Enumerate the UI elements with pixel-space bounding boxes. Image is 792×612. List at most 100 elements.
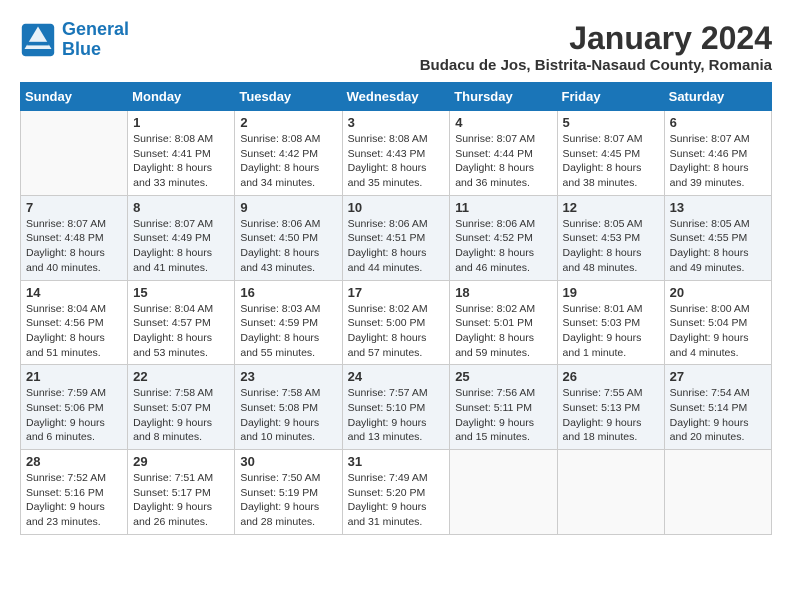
day-number: 2 (240, 115, 336, 130)
calendar-cell (21, 111, 128, 196)
calendar-cell: 18Sunrise: 8:02 AMSunset: 5:01 PMDayligh… (450, 280, 557, 365)
calendar-subtitle: Budacu de Jos, Bistrita-Nasaud County, R… (420, 57, 772, 74)
day-number: 15 (133, 285, 229, 300)
day-number: 25 (455, 369, 551, 384)
calendar-cell: 15Sunrise: 8:04 AMSunset: 4:57 PMDayligh… (128, 280, 235, 365)
day-number: 11 (455, 200, 551, 215)
calendar-cell: 31 Sunrise: 7:49 AMSunset: 5:20 PMDayligh… (342, 450, 450, 535)
day-number: 16 (240, 285, 336, 300)
day-number: 31 (348, 454, 445, 469)
calendar-cell: 24Sunrise: 7:57 AMSunset: 5:10 PMDayligh… (342, 365, 450, 450)
calendar-cell: 20 Sunrise: 8:00 AMSunset: 5:04 PMDayligh… (664, 280, 771, 365)
day-number: 19 (563, 285, 659, 300)
day-number: 21 (26, 369, 122, 384)
logo-icon (20, 22, 56, 58)
week-row-5: 28Sunrise: 7:52 AMSunset: 5:16 PMDayligh… (21, 450, 772, 535)
title-section: January 2024 Budacu de Jos, Bistrita-Nas… (420, 20, 772, 74)
day-number: 9 (240, 200, 336, 215)
day-number: 3 (348, 115, 445, 130)
day-number: 5 (563, 115, 659, 130)
day-number: 8 (133, 200, 229, 215)
calendar-cell: 10 Sunrise: 8:06 AMSunset: 4:51 PMDayligh… (342, 195, 450, 280)
day-number: 28 (26, 454, 122, 469)
calendar-cell: 2 Sunrise: 8:08 AMSunset: 4:42 PMDaylight… (235, 111, 342, 196)
day-number: 20 (670, 285, 766, 300)
day-info: Sunrise: 8:03 AMSunset: 4:59 PMDaylight:… (240, 302, 336, 361)
week-row-1: 1Sunrise: 8:08 AMSunset: 4:41 PMDaylight… (21, 111, 772, 196)
calendar-cell: 26Sunrise: 7:55 AMSunset: 5:13 PMDayligh… (557, 365, 664, 450)
day-number: 10 (348, 200, 445, 215)
logo-line1: General (62, 19, 129, 39)
weekday-header-saturday: Saturday (664, 83, 771, 111)
day-info: Sunrise: 7:56 AMSunset: 5:11 PMDaylight:… (455, 386, 551, 445)
day-info: Sunrise: 8:04 AMSunset: 4:56 PMDaylight:… (26, 302, 122, 361)
day-number: 29 (133, 454, 229, 469)
day-info: Sunrise: 8:07 AMSunset: 4:44 PMDaylight:… (455, 132, 551, 191)
calendar-cell: 22 Sunrise: 7:58 AMSunset: 5:07 PMDayligh… (128, 365, 235, 450)
calendar-cell (664, 450, 771, 535)
weekday-header-friday: Friday (557, 83, 664, 111)
day-info: Sunrise: 8:08 AMSunset: 4:42 PMDaylight:… (240, 132, 336, 191)
calendar-cell: 17Sunrise: 8:02 AMSunset: 5:00 PMDayligh… (342, 280, 450, 365)
day-info: Sunrise: 7:50 AMSunset: 5:19 PMDaylight:… (240, 471, 336, 530)
day-info: Sunrise: 7:49 AMSunset: 5:20 PMDaylight:… (348, 471, 445, 530)
logo-text: General Blue (62, 20, 129, 60)
day-number: 23 (240, 369, 336, 384)
calendar-cell: 27Sunrise: 7:54 AMSunset: 5:14 PMDayligh… (664, 365, 771, 450)
day-info: Sunrise: 8:00 AMSunset: 5:04 PMDaylight:… (670, 302, 766, 361)
day-info: Sunrise: 7:57 AMSunset: 5:10 PMDaylight:… (348, 386, 445, 445)
calendar-cell: 16 Sunrise: 8:03 AMSunset: 4:59 PMDayligh… (235, 280, 342, 365)
day-number: 6 (670, 115, 766, 130)
day-info: Sunrise: 8:02 AMSunset: 5:00 PMDaylight:… (348, 302, 445, 361)
logo-line2: Blue (62, 39, 101, 59)
calendar-cell (557, 450, 664, 535)
logo: General Blue (20, 20, 129, 60)
calendar-cell: 29 Sunrise: 7:51 AMSunset: 5:17 PMDayligh… (128, 450, 235, 535)
calendar-cell: 5 Sunrise: 8:07 AMSunset: 4:45 PMDaylight… (557, 111, 664, 196)
calendar-cell: 12 Sunrise: 8:05 AMSunset: 4:53 PMDayligh… (557, 195, 664, 280)
calendar-title: January 2024 (420, 20, 772, 57)
weekday-header-wednesday: Wednesday (342, 83, 450, 111)
day-info: Sunrise: 8:05 AMSunset: 4:53 PMDaylight:… (563, 217, 659, 276)
calendar-cell (450, 450, 557, 535)
calendar-cell: 8 Sunrise: 8:07 AMSunset: 4:49 PMDaylight… (128, 195, 235, 280)
calendar-cell: 7Sunrise: 8:07 AMSunset: 4:48 PMDaylight… (21, 195, 128, 280)
calendar-cell: 21Sunrise: 7:59 AMSunset: 5:06 PMDayligh… (21, 365, 128, 450)
day-number: 1 (133, 115, 229, 130)
calendar-cell: 28Sunrise: 7:52 AMSunset: 5:16 PMDayligh… (21, 450, 128, 535)
day-info: Sunrise: 7:55 AMSunset: 5:13 PMDaylight:… (563, 386, 659, 445)
calendar-cell: 6 Sunrise: 8:07 AMSunset: 4:46 PMDaylight… (664, 111, 771, 196)
calendar-cell: 30Sunrise: 7:50 AMSunset: 5:19 PMDayligh… (235, 450, 342, 535)
day-info: Sunrise: 8:07 AMSunset: 4:45 PMDaylight:… (563, 132, 659, 191)
day-number: 18 (455, 285, 551, 300)
day-number: 22 (133, 369, 229, 384)
calendar-cell: 3Sunrise: 8:08 AMSunset: 4:43 PMDaylight… (342, 111, 450, 196)
day-info: Sunrise: 8:06 AMSunset: 4:51 PMDaylight:… (348, 217, 445, 276)
calendar-cell: 25 Sunrise: 7:56 AMSunset: 5:11 PMDayligh… (450, 365, 557, 450)
day-info: Sunrise: 7:51 AMSunset: 5:17 PMDaylight:… (133, 471, 229, 530)
day-number: 12 (563, 200, 659, 215)
week-row-3: 14 Sunrise: 8:04 AMSunset: 4:56 PMDayligh… (21, 280, 772, 365)
day-number: 13 (670, 200, 766, 215)
calendar-cell: 14 Sunrise: 8:04 AMSunset: 4:56 PMDayligh… (21, 280, 128, 365)
page-header: General Blue January 2024 Budacu de Jos,… (20, 20, 772, 74)
day-info: Sunrise: 8:07 AMSunset: 4:49 PMDaylight:… (133, 217, 229, 276)
weekday-header-tuesday: Tuesday (235, 83, 342, 111)
calendar-cell: 19 Sunrise: 8:01 AMSunset: 5:03 PMDayligh… (557, 280, 664, 365)
day-info: Sunrise: 8:07 AMSunset: 4:48 PMDaylight:… (26, 217, 122, 276)
day-info: Sunrise: 8:05 AMSunset: 4:55 PMDaylight:… (670, 217, 766, 276)
calendar-table: SundayMondayTuesdayWednesdayThursdayFrid… (20, 82, 772, 535)
day-number: 4 (455, 115, 551, 130)
day-info: Sunrise: 8:07 AMSunset: 4:46 PMDaylight:… (670, 132, 766, 191)
day-number: 27 (670, 369, 766, 384)
day-info: Sunrise: 7:58 AMSunset: 5:07 PMDaylight:… (133, 386, 229, 445)
weekday-header-monday: Monday (128, 83, 235, 111)
calendar-cell: 23 Sunrise: 7:58 AMSunset: 5:08 PMDayligh… (235, 365, 342, 450)
day-info: Sunrise: 8:01 AMSunset: 5:03 PMDaylight:… (563, 302, 659, 361)
weekday-header-thursday: Thursday (450, 83, 557, 111)
week-row-4: 21Sunrise: 7:59 AMSunset: 5:06 PMDayligh… (21, 365, 772, 450)
weekday-header-sunday: Sunday (21, 83, 128, 111)
day-info: Sunrise: 7:58 AMSunset: 5:08 PMDaylight:… (240, 386, 336, 445)
day-number: 14 (26, 285, 122, 300)
calendar-cell: 1Sunrise: 8:08 AMSunset: 4:41 PMDaylight… (128, 111, 235, 196)
